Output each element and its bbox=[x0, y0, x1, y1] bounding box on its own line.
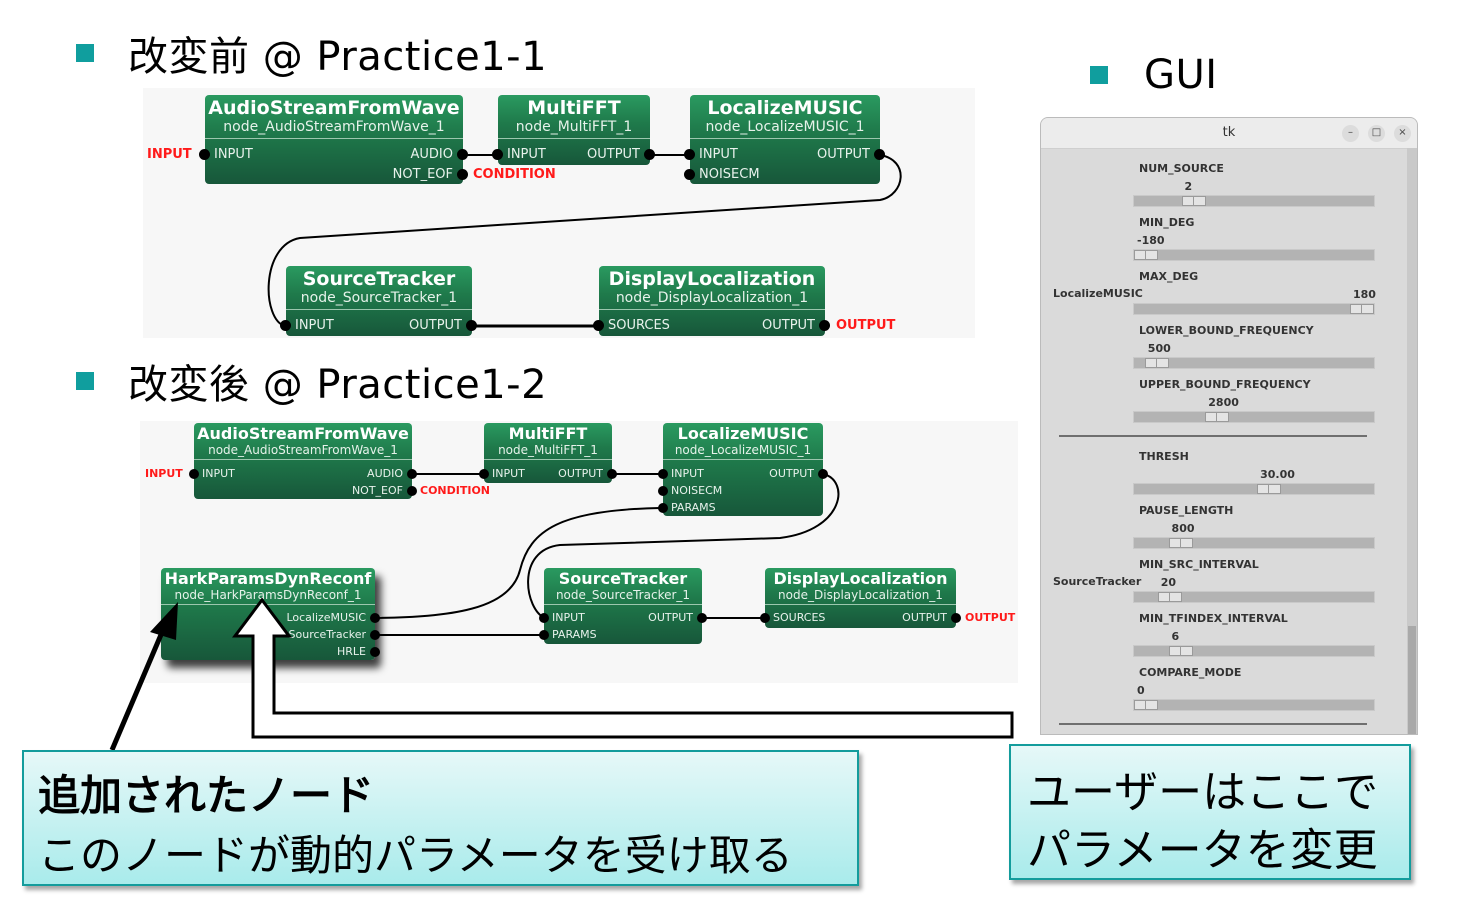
slider-label: COMPARE_MODE bbox=[1139, 666, 1242, 679]
callout-added-node: 追加されたノード このノードが動的パラメータを受け取る bbox=[22, 750, 859, 886]
slider-track[interactable] bbox=[1133, 537, 1375, 549]
slider-track[interactable] bbox=[1133, 483, 1375, 495]
slider-label: LOWER_BOUND_FREQUENCY bbox=[1139, 324, 1314, 337]
close-button[interactable]: × bbox=[1394, 125, 1411, 142]
group-separator bbox=[1059, 435, 1367, 437]
slider-track[interactable] bbox=[1133, 357, 1375, 369]
slider-label: MIN_TFINDEX_INTERVAL bbox=[1139, 612, 1288, 625]
slider-track[interactable] bbox=[1133, 699, 1375, 711]
slider-thumb[interactable] bbox=[1205, 412, 1230, 422]
slider-thumb[interactable] bbox=[1181, 196, 1206, 206]
vertical-scrollbar[interactable] bbox=[1407, 148, 1417, 734]
slider-label: MIN_DEG bbox=[1139, 216, 1195, 229]
slider-thumb[interactable] bbox=[1168, 646, 1193, 656]
window-title: tk bbox=[1222, 125, 1236, 140]
slider-track[interactable] bbox=[1133, 645, 1375, 657]
slider-value: -180 bbox=[1137, 234, 1165, 247]
slider-thumb[interactable] bbox=[1134, 250, 1158, 260]
slider-value: 2 bbox=[1184, 180, 1193, 193]
slider-thumb[interactable] bbox=[1350, 304, 1374, 314]
group-separator bbox=[1059, 723, 1367, 725]
slider-value: 800 bbox=[1171, 522, 1195, 535]
slider-track[interactable] bbox=[1133, 303, 1375, 315]
slider-value: 2800 bbox=[1208, 396, 1239, 409]
slider-track[interactable] bbox=[1133, 591, 1375, 603]
slider-track[interactable] bbox=[1133, 411, 1375, 423]
slider-label: MIN_SRC_INTERVAL bbox=[1139, 558, 1259, 571]
slider-track[interactable] bbox=[1133, 249, 1375, 261]
slider-value: 20 bbox=[1160, 576, 1177, 589]
slider-label: UPPER_BOUND_FREQUENCY bbox=[1139, 378, 1311, 391]
maximize-button[interactable]: □ bbox=[1368, 125, 1385, 142]
callout-user-change: ユーザーはここで パラメータを変更 bbox=[1009, 744, 1411, 880]
scrollbar-thumb[interactable] bbox=[1408, 626, 1416, 734]
slider-thumb[interactable] bbox=[1134, 700, 1158, 710]
minimize-button[interactable]: – bbox=[1342, 125, 1359, 142]
slider-value: 500 bbox=[1147, 342, 1171, 355]
tk-window[interactable]: tk – □ × LocalizeMUSIC SourceTracker NUM… bbox=[1040, 117, 1418, 735]
pointer-arrow-shaft bbox=[109, 629, 166, 751]
slider-value: 6 bbox=[1171, 630, 1180, 643]
slider-value: 180 bbox=[1353, 288, 1376, 301]
slider-label: NUM_SOURCE bbox=[1139, 162, 1224, 175]
slider-track[interactable] bbox=[1133, 195, 1375, 207]
slider-thumb[interactable] bbox=[1157, 592, 1182, 602]
slider-thumb[interactable] bbox=[1144, 358, 1169, 368]
slider-thumb[interactable] bbox=[1257, 484, 1282, 494]
group-label-sourcetracker: SourceTracker bbox=[1053, 575, 1142, 588]
slider-label: THRESH bbox=[1139, 450, 1189, 463]
elbow-arrow-icon bbox=[232, 597, 1014, 739]
slider-label: MAX_DEG bbox=[1139, 270, 1199, 283]
slider-value: 30.00 bbox=[1260, 468, 1295, 481]
window-titlebar[interactable]: tk – □ × bbox=[1041, 118, 1417, 149]
group-label-localizemusic: LocalizeMUSIC bbox=[1053, 287, 1143, 300]
slider-value: 0 bbox=[1137, 684, 1145, 697]
arrow-head-icon bbox=[150, 602, 178, 640]
slider-thumb[interactable] bbox=[1168, 538, 1193, 548]
slider-label: PAUSE_LENGTH bbox=[1139, 504, 1234, 517]
